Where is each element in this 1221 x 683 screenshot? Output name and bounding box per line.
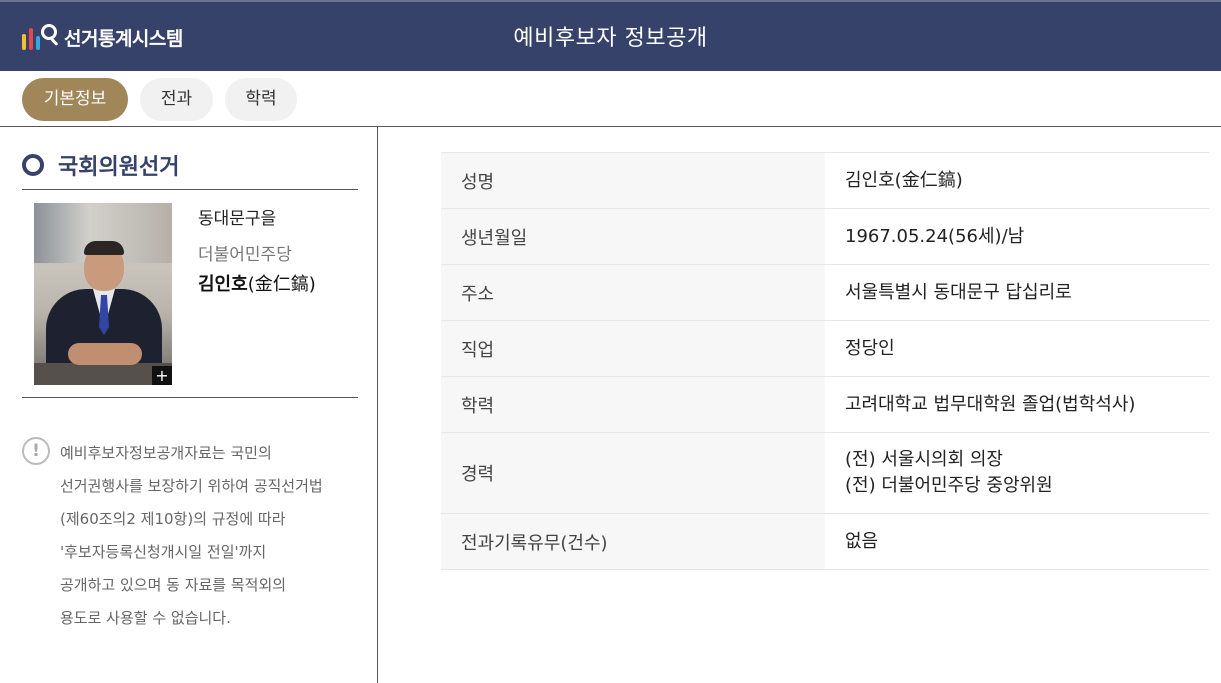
tab-bar: 기본정보 전과 학력: [0, 71, 1221, 127]
row-value: 없음: [825, 514, 1209, 569]
notice-line: 공개하고 있으며 동 자료를 목적외의: [60, 576, 287, 594]
ring-bullet-icon: [22, 154, 44, 176]
candidate-district: 동대문구을: [198, 209, 277, 229]
section-heading: 국회의원선거: [22, 149, 179, 181]
row-label: 직업: [441, 321, 825, 376]
photo-expand-icon[interactable]: +: [152, 366, 172, 385]
table-row: 학력 고려대학교 법무대학원 졸업(법학석사): [441, 377, 1209, 433]
value-line: (전) 서울시의회 의장: [845, 449, 1003, 470]
election-type-title: 국회의원선거: [58, 155, 180, 180]
row-label: 경력: [441, 433, 825, 513]
row-label: 주소: [441, 265, 825, 320]
candidate-name: 김인호(金仁鎬): [198, 270, 316, 296]
candidate-info-table: 성명 김인호(金仁鎬) 생년월일 1967.05.24(56세)/남 주소 서울…: [441, 152, 1209, 570]
row-value: (전) 서울시의회 의장 (전) 더불어민주당 중앙위원: [825, 433, 1209, 513]
value-line: 김인호(金仁鎬): [845, 169, 963, 191]
value-line: 없음: [845, 530, 879, 552]
row-value: 서울특별시 동대문구 답십리로: [825, 265, 1209, 320]
divider: [22, 397, 358, 398]
row-label: 생년월일: [441, 209, 825, 264]
row-value: 1967.05.24(56세)/남: [825, 209, 1209, 264]
app-header: 선거통계시스템 예비후보자 정보공개: [0, 0, 1221, 71]
value-line: 서울특별시 동대문구 답십리로: [845, 281, 1072, 303]
table-row: 생년월일 1967.05.24(56세)/남: [441, 209, 1209, 265]
notice-line: (제60조의2 제10항)의 규정에 따라: [60, 510, 286, 528]
row-value: 김인호(金仁鎬): [825, 153, 1209, 208]
table-row: 전과기록유무(건수) 없음: [441, 514, 1209, 570]
candidate-party: 더불어민주당: [198, 245, 292, 265]
candidate-sidebar: 국회의원선거 + 동대문구을 더불어민주당 김인호(金仁鎬) ! 예비후보자정보…: [0, 127, 378, 683]
candidate-name-hangul: 김인호: [198, 274, 248, 295]
divider: [22, 189, 358, 190]
notice-line: 용도로 사용할 수 없습니다.: [60, 609, 231, 627]
row-label: 전과기록유무(건수): [441, 514, 825, 569]
table-row: 성명 김인호(金仁鎬): [441, 153, 1209, 209]
value-line: 정당인: [845, 337, 895, 359]
page-title: 예비후보자 정보공개: [513, 26, 708, 51]
notice-text: 예비후보자정보공개자료는 국민의 선거권행사를 보장하기 위하여 공직선거법 (…: [60, 437, 362, 635]
row-value: 고려대학교 법무대학원 졸업(법학석사): [825, 377, 1209, 432]
row-value: 정당인: [825, 321, 1209, 376]
exclamation-icon: !: [22, 437, 50, 465]
notice-line: 예비후보자정보공개자료는 국민의: [60, 444, 272, 462]
candidate-name-hanja: (金仁鎬): [247, 274, 316, 295]
row-label: 학력: [441, 377, 825, 432]
value-line: (전) 더불어민주당 중앙위원: [845, 475, 1053, 496]
tab-basic-info[interactable]: 기본정보: [22, 78, 128, 121]
table-row: 직업 정당인: [441, 321, 1209, 377]
candidate-photo[interactable]: [34, 203, 172, 385]
notice-line: '후보자등록신청개시일 전일'까지: [60, 543, 267, 561]
tab-education[interactable]: 학력: [225, 78, 297, 121]
table-row: 경력 (전) 서울시의회 의장 (전) 더불어민주당 중앙위원: [441, 433, 1209, 514]
notice-line: 선거권행사를 보장하기 위하여 공직선거법: [60, 477, 323, 495]
value-line: 고려대학교 법무대학원 졸업(법학석사): [845, 393, 1136, 415]
table-row: 주소 서울특별시 동대문구 답십리로: [441, 265, 1209, 321]
tab-criminal-record[interactable]: 전과: [140, 78, 213, 121]
value-line: 1967.05.24(56세)/남: [845, 225, 1025, 247]
row-label: 성명: [441, 153, 825, 208]
